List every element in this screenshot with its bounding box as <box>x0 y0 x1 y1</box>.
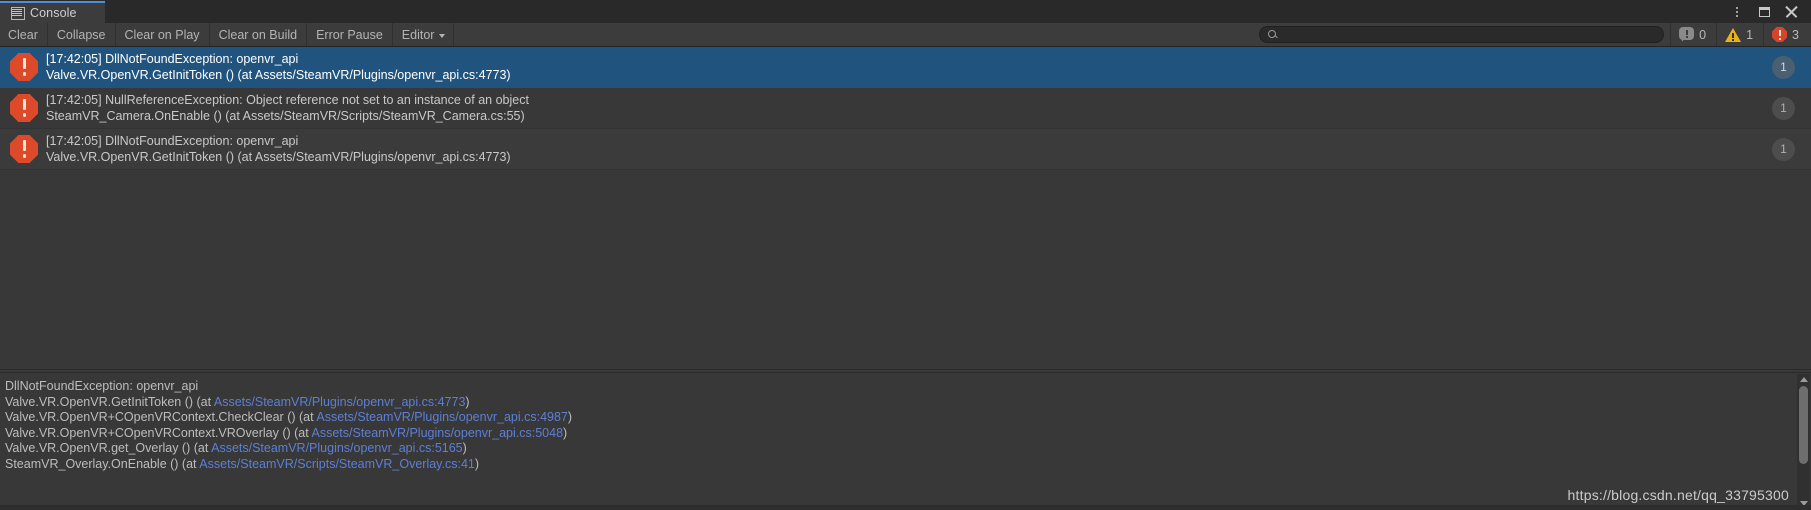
log-entry-count-badge: 1 <box>1772 55 1795 79</box>
clear-on-build-button[interactable]: Clear on Build <box>209 23 308 46</box>
title-bar-spacer <box>105 0 1724 23</box>
log-entry-line2: SteamVR_Camera.OnEnable () (at Assets/St… <box>46 108 525 123</box>
stack-trace-suffix: ) <box>465 394 470 409</box>
title-bar: Console <box>0 0 1811 23</box>
chevron-down-icon <box>439 33 446 38</box>
maximize-button[interactable] <box>1751 0 1777 23</box>
warning-counter[interactable]: 1 <box>1716 23 1764 46</box>
log-entry-text: [17:42:05] DllNotFoundException: openvr_… <box>46 52 1772 83</box>
search-box[interactable] <box>1259 26 1665 43</box>
stack-trace-line: Valve.VR.OpenVR+COpenVRContext.VROverlay… <box>3 426 1811 442</box>
search-icon <box>1268 30 1277 39</box>
log-list[interactable]: [17:42:05] DllNotFoundException: openvr_… <box>0 47 1811 369</box>
maximize-icon <box>1758 6 1770 17</box>
collapse-button[interactable]: Collapse <box>47 23 116 46</box>
scrollbar-thumb[interactable] <box>1799 386 1808 464</box>
message-counters: 0 1 3 <box>1670 23 1811 46</box>
stack-trace-link[interactable]: Assets/SteamVR/Scripts/SteamVR_Overlay.c… <box>199 457 475 471</box>
log-entry-line1: [17:42:05] NullReferenceException: Objec… <box>46 92 529 107</box>
stack-trace-link[interactable]: Assets/SteamVR/Plugins/openvr_api.cs:504… <box>312 426 564 440</box>
log-entry-line1: [17:42:05] DllNotFoundException: openvr_… <box>46 133 299 148</box>
stack-trace-text: Valve.VR.OpenVR+COpenVRContext.CheckClea… <box>5 410 317 424</box>
log-entry-line1: [17:42:05] DllNotFoundException: openvr_… <box>46 51 299 66</box>
editor-dropdown[interactable]: Editor <box>392 23 455 46</box>
error-icon <box>10 94 38 122</box>
stack-trace-text: Valve.VR.OpenVR.GetInitToken () (at <box>5 394 214 409</box>
error-pause-button[interactable]: Error Pause <box>307 23 393 46</box>
tab-console-label: Console <box>30 6 77 20</box>
log-entry-count-badge: 1 <box>1772 137 1795 161</box>
scroll-up-arrow-icon[interactable] <box>1799 377 1808 382</box>
console-toolbar: Clear Collapse Clear on Play Clear on Bu… <box>0 23 1811 47</box>
stack-trace-line: DllNotFoundException: openvr_api <box>3 379 1811 395</box>
log-entry-line2: Valve.VR.OpenVR.GetInitToken () (at Asse… <box>46 149 511 164</box>
stack-trace-panel[interactable]: DllNotFoundException: openvr_api Valve.V… <box>0 373 1811 510</box>
stack-trace-suffix: ) <box>462 441 467 455</box>
stack-trace-line: Valve.VR.OpenVR.get_Overlay () (at Asset… <box>3 441 1811 457</box>
window-controls <box>1724 0 1811 23</box>
tab-console[interactable]: Console <box>0 1 105 23</box>
clear-on-play-button[interactable]: Clear on Play <box>115 23 210 46</box>
detail-vertical-scrollbar[interactable] <box>1797 374 1810 509</box>
bottom-bar <box>0 505 1811 510</box>
log-entry-count-badge: 1 <box>1772 96 1795 120</box>
kebab-menu-button[interactable] <box>1724 0 1750 23</box>
error-icon <box>10 135 38 163</box>
kebab-menu-icon <box>1736 6 1738 17</box>
log-entry-text: [17:42:05] NullReferenceException: Objec… <box>46 93 1772 124</box>
warning-icon <box>1725 27 1742 42</box>
stack-trace-line: Valve.VR.OpenVR.GetInitToken () (at Asse… <box>3 395 1811 411</box>
toolbar-spacer <box>454 23 1254 46</box>
clear-button[interactable]: Clear <box>0 23 48 46</box>
log-entry[interactable]: [17:42:05] DllNotFoundException: openvr_… <box>0 129 1811 170</box>
info-count: 0 <box>1699 27 1707 42</box>
console-list-icon <box>11 7 25 20</box>
stack-trace-link[interactable]: Assets/SteamVR/Plugins/openvr_api.cs:477… <box>214 395 466 409</box>
search-container <box>1253 23 1671 46</box>
info-counter[interactable]: 0 <box>1670 23 1717 46</box>
stack-trace-suffix: ) <box>474 456 480 471</box>
stack-trace-link[interactable]: Assets/SteamVR/Plugins/openvr_api.cs:516… <box>211 441 463 455</box>
error-counter[interactable]: 3 <box>1763 23 1811 46</box>
stack-trace-link[interactable]: Assets/SteamVR/Plugins/openvr_api.cs:498… <box>316 410 568 424</box>
stack-trace-line: Valve.VR.OpenVR+COpenVRContext.CheckClea… <box>3 410 1811 426</box>
stack-trace-text: Valve.VR.OpenVR+COpenVRContext.VROverlay… <box>5 425 312 440</box>
close-button[interactable] <box>1778 0 1804 23</box>
stack-trace-text: Valve.VR.OpenVR.get_Overlay () (at <box>5 441 212 455</box>
stack-trace-suffix: ) <box>563 425 568 440</box>
error-count: 3 <box>1792 27 1799 42</box>
editor-dropdown-label: Editor <box>401 27 435 42</box>
warning-count: 1 <box>1746 27 1754 42</box>
log-entry[interactable]: [17:42:05] NullReferenceException: Objec… <box>0 88 1811 129</box>
stack-trace-suffix: ) <box>567 410 573 424</box>
info-icon <box>1679 27 1695 42</box>
stack-trace-text: SteamVR_Overlay.OnEnable () (at <box>5 456 200 471</box>
error-icon <box>1772 27 1788 42</box>
watermark: https://blog.csdn.net/qq_33795300 <box>1567 487 1789 503</box>
console-window: Console Clear Collapse Clear on Play Cle… <box>0 0 1811 510</box>
log-entry[interactable]: [17:42:05] DllNotFoundException: openvr_… <box>0 47 1811 88</box>
stack-trace-line: SteamVR_Overlay.OnEnable () (at Assets/S… <box>3 457 1811 473</box>
log-entry-text: [17:42:05] DllNotFoundException: openvr_… <box>46 134 1772 165</box>
log-entry-line2: Valve.VR.OpenVR.GetInitToken () (at Asse… <box>46 67 511 82</box>
search-input[interactable] <box>1282 28 1656 41</box>
stack-trace-text: DllNotFoundException: openvr_api <box>5 379 199 393</box>
error-icon <box>10 53 38 81</box>
close-icon <box>1785 5 1798 18</box>
